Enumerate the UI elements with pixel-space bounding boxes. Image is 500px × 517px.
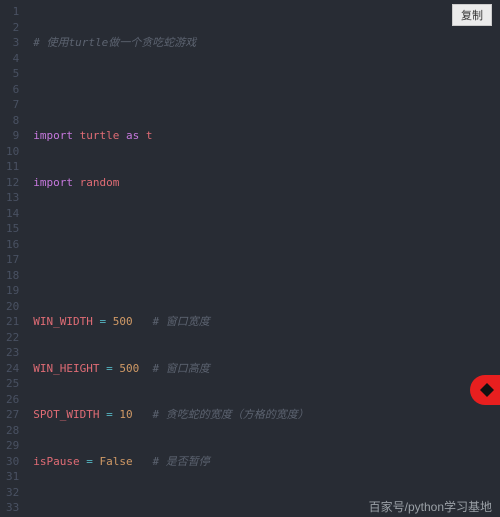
line-number: 24	[6, 361, 19, 377]
line-number: 9	[6, 128, 19, 144]
line-number: 6	[6, 82, 19, 98]
line-number: 11	[6, 159, 19, 175]
code-line	[33, 82, 500, 98]
line-number: 12	[6, 175, 19, 191]
line-number: 32	[6, 485, 19, 501]
line-number: 15	[6, 221, 19, 237]
line-number: 23	[6, 345, 19, 361]
code-line: isPause = False # 是否暂停	[33, 454, 500, 470]
code-line	[33, 221, 500, 237]
line-number: 22	[6, 330, 19, 346]
code-line: SPOT_WIDTH = 10 # 贪吃蛇的宽度（方格的宽度）	[33, 407, 500, 423]
code-line	[33, 268, 500, 284]
line-number: 19	[6, 283, 19, 299]
line-number: 3	[6, 35, 19, 51]
line-number: 5	[6, 66, 19, 82]
line-number: 33	[6, 500, 19, 516]
line-number: 16	[6, 237, 19, 253]
line-number: 18	[6, 268, 19, 284]
code-editor: 1 2 3 4 5 6 7 8 9 10 11 12 13 14 15 16 1…	[0, 0, 500, 517]
line-number: 21	[6, 314, 19, 330]
code-line: import random	[33, 175, 500, 191]
code-line: import turtle as t	[33, 128, 500, 144]
line-number: 28	[6, 423, 19, 439]
watermark-text: 百家号/python学习基地	[369, 498, 492, 515]
line-number: 17	[6, 252, 19, 268]
line-number: 2	[6, 20, 19, 36]
line-number: 27	[6, 407, 19, 423]
code-line: WIN_HEIGHT = 500 # 窗口高度	[33, 361, 500, 377]
line-number: 26	[6, 392, 19, 408]
line-number: 10	[6, 144, 19, 160]
share-badge-icon[interactable]	[470, 375, 500, 405]
line-number: 4	[6, 51, 19, 67]
line-number: 30	[6, 454, 19, 470]
line-gutter: 1 2 3 4 5 6 7 8 9 10 11 12 13 14 15 16 1…	[0, 0, 27, 517]
line-number: 1	[6, 4, 19, 20]
code-line: WIN_WIDTH = 500 # 窗口宽度	[33, 314, 500, 330]
line-number: 8	[6, 113, 19, 129]
copy-button[interactable]: 复制	[452, 4, 492, 26]
line-number: 13	[6, 190, 19, 206]
line-number: 14	[6, 206, 19, 222]
line-number: 7	[6, 97, 19, 113]
line-number: 25	[6, 376, 19, 392]
line-number: 29	[6, 438, 19, 454]
code-area[interactable]: # 使用turtle做一个贪吃蛇游戏 import turtle as t im…	[27, 0, 500, 517]
line-number: 20	[6, 299, 19, 315]
line-number: 31	[6, 469, 19, 485]
code-line: # 使用turtle做一个贪吃蛇游戏	[33, 35, 500, 51]
